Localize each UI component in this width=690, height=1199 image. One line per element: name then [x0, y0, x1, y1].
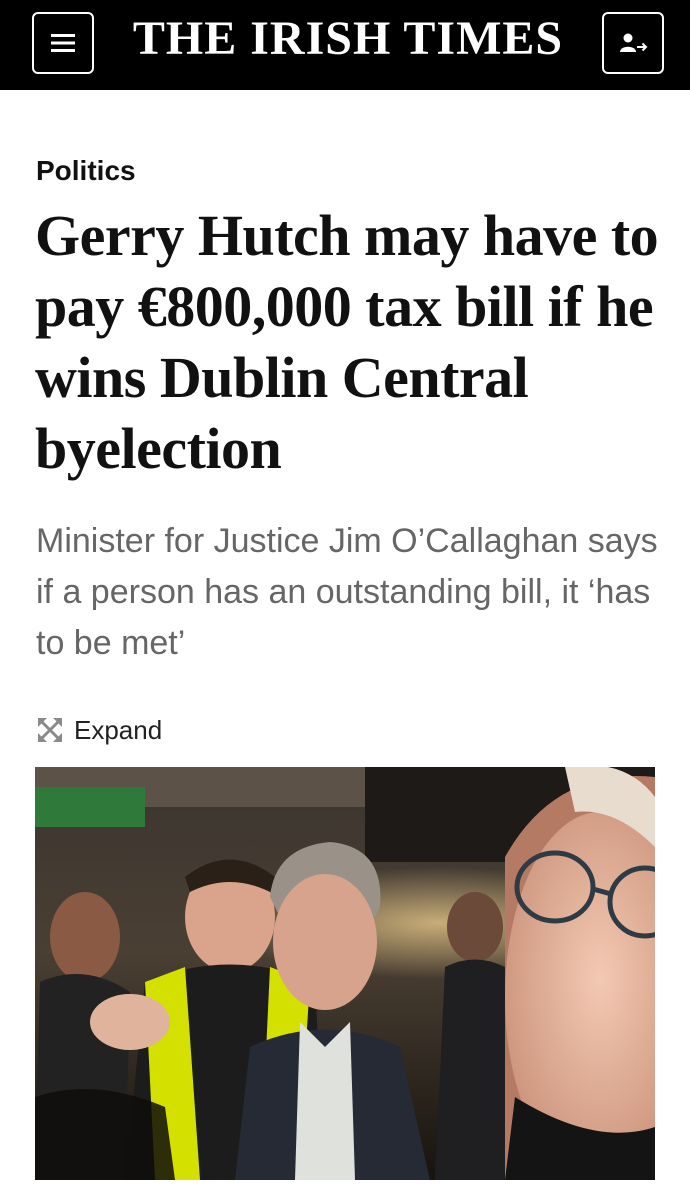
expand-label: Expand	[74, 715, 163, 745]
article-photo[interactable]	[35, 767, 655, 1180]
expand-arrows-icon	[36, 716, 64, 744]
masthead: THE IRISH TIMES	[0, 0, 690, 90]
site-logo[interactable]: THE IRISH TIMES	[100, 6, 596, 76]
expand-image-button[interactable]: Expand	[36, 712, 162, 748]
article-photo-illustration	[35, 767, 655, 1180]
account-sign-in-icon	[620, 33, 648, 52]
article-headline: Gerry Hutch may have to pay €800,000 tax…	[35, 203, 659, 481]
article-standfirst: Minister for Justice Jim O’Callaghan say…	[36, 522, 658, 662]
hamburger-menu-icon	[51, 34, 75, 52]
section-label[interactable]: Politics	[36, 154, 136, 188]
account-button[interactable]	[602, 12, 664, 74]
menu-button[interactable]	[32, 12, 94, 74]
